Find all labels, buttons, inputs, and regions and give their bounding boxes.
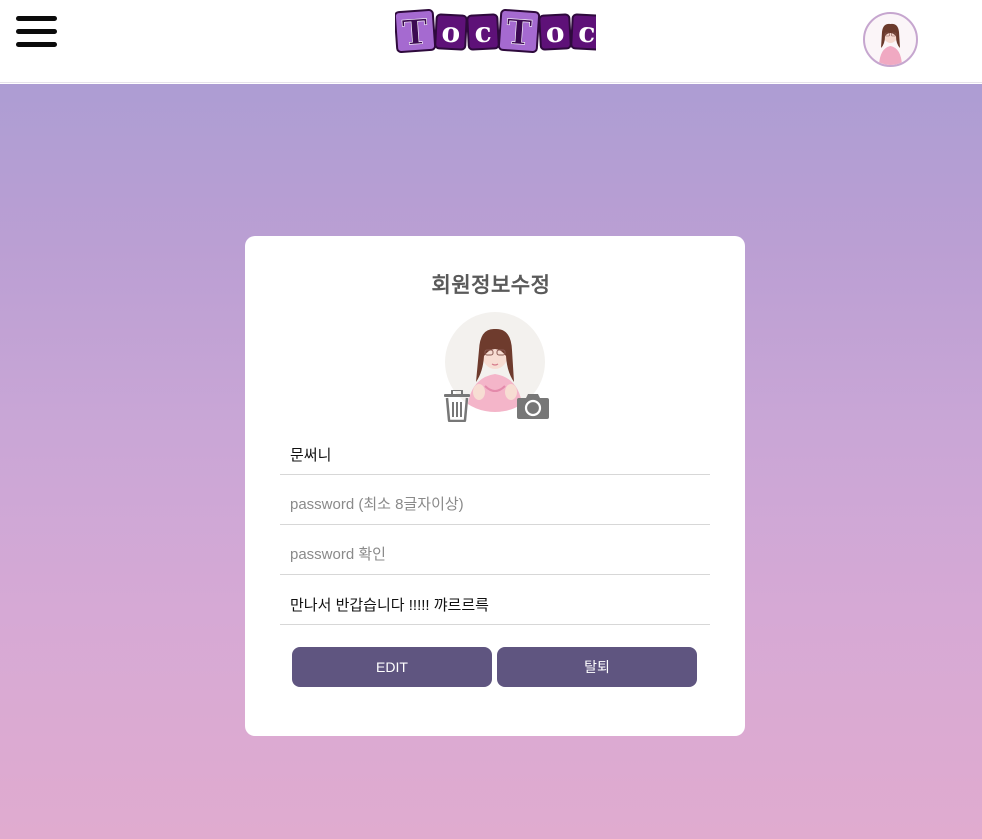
svg-text:o: o: [545, 16, 565, 50]
edit-button[interactable]: EDIT: [292, 647, 492, 687]
top-header: TocToc: [0, 0, 982, 83]
svg-text:T: T: [401, 12, 429, 53]
logo-letter: T: [393, 8, 437, 54]
svg-text:T: T: [505, 12, 533, 53]
svg-text:c: c: [474, 16, 493, 50]
nickname-input[interactable]: [280, 435, 710, 475]
logo-letter: o: [538, 13, 572, 51]
password-input[interactable]: [280, 485, 710, 525]
svg-text:o: o: [441, 16, 461, 50]
logo-letter: o: [434, 13, 468, 51]
page-title: 회원정보수정: [431, 273, 551, 297]
camera-icon[interactable]: [516, 392, 550, 420]
toctoc-logo[interactable]: TocToc: [393, 8, 604, 54]
logo-letter: c: [570, 13, 604, 51]
withdraw-button[interactable]: 탈퇴: [497, 647, 697, 687]
logo-letter: T: [497, 8, 541, 54]
hamburger-icon[interactable]: [16, 16, 58, 48]
bio-input[interactable]: [280, 585, 710, 625]
logo-letter: c: [466, 13, 500, 51]
user-avatar[interactable]: [863, 12, 918, 67]
password-confirm-input[interactable]: [280, 535, 710, 575]
trash-icon[interactable]: [443, 389, 471, 423]
svg-text:c: c: [578, 16, 596, 50]
